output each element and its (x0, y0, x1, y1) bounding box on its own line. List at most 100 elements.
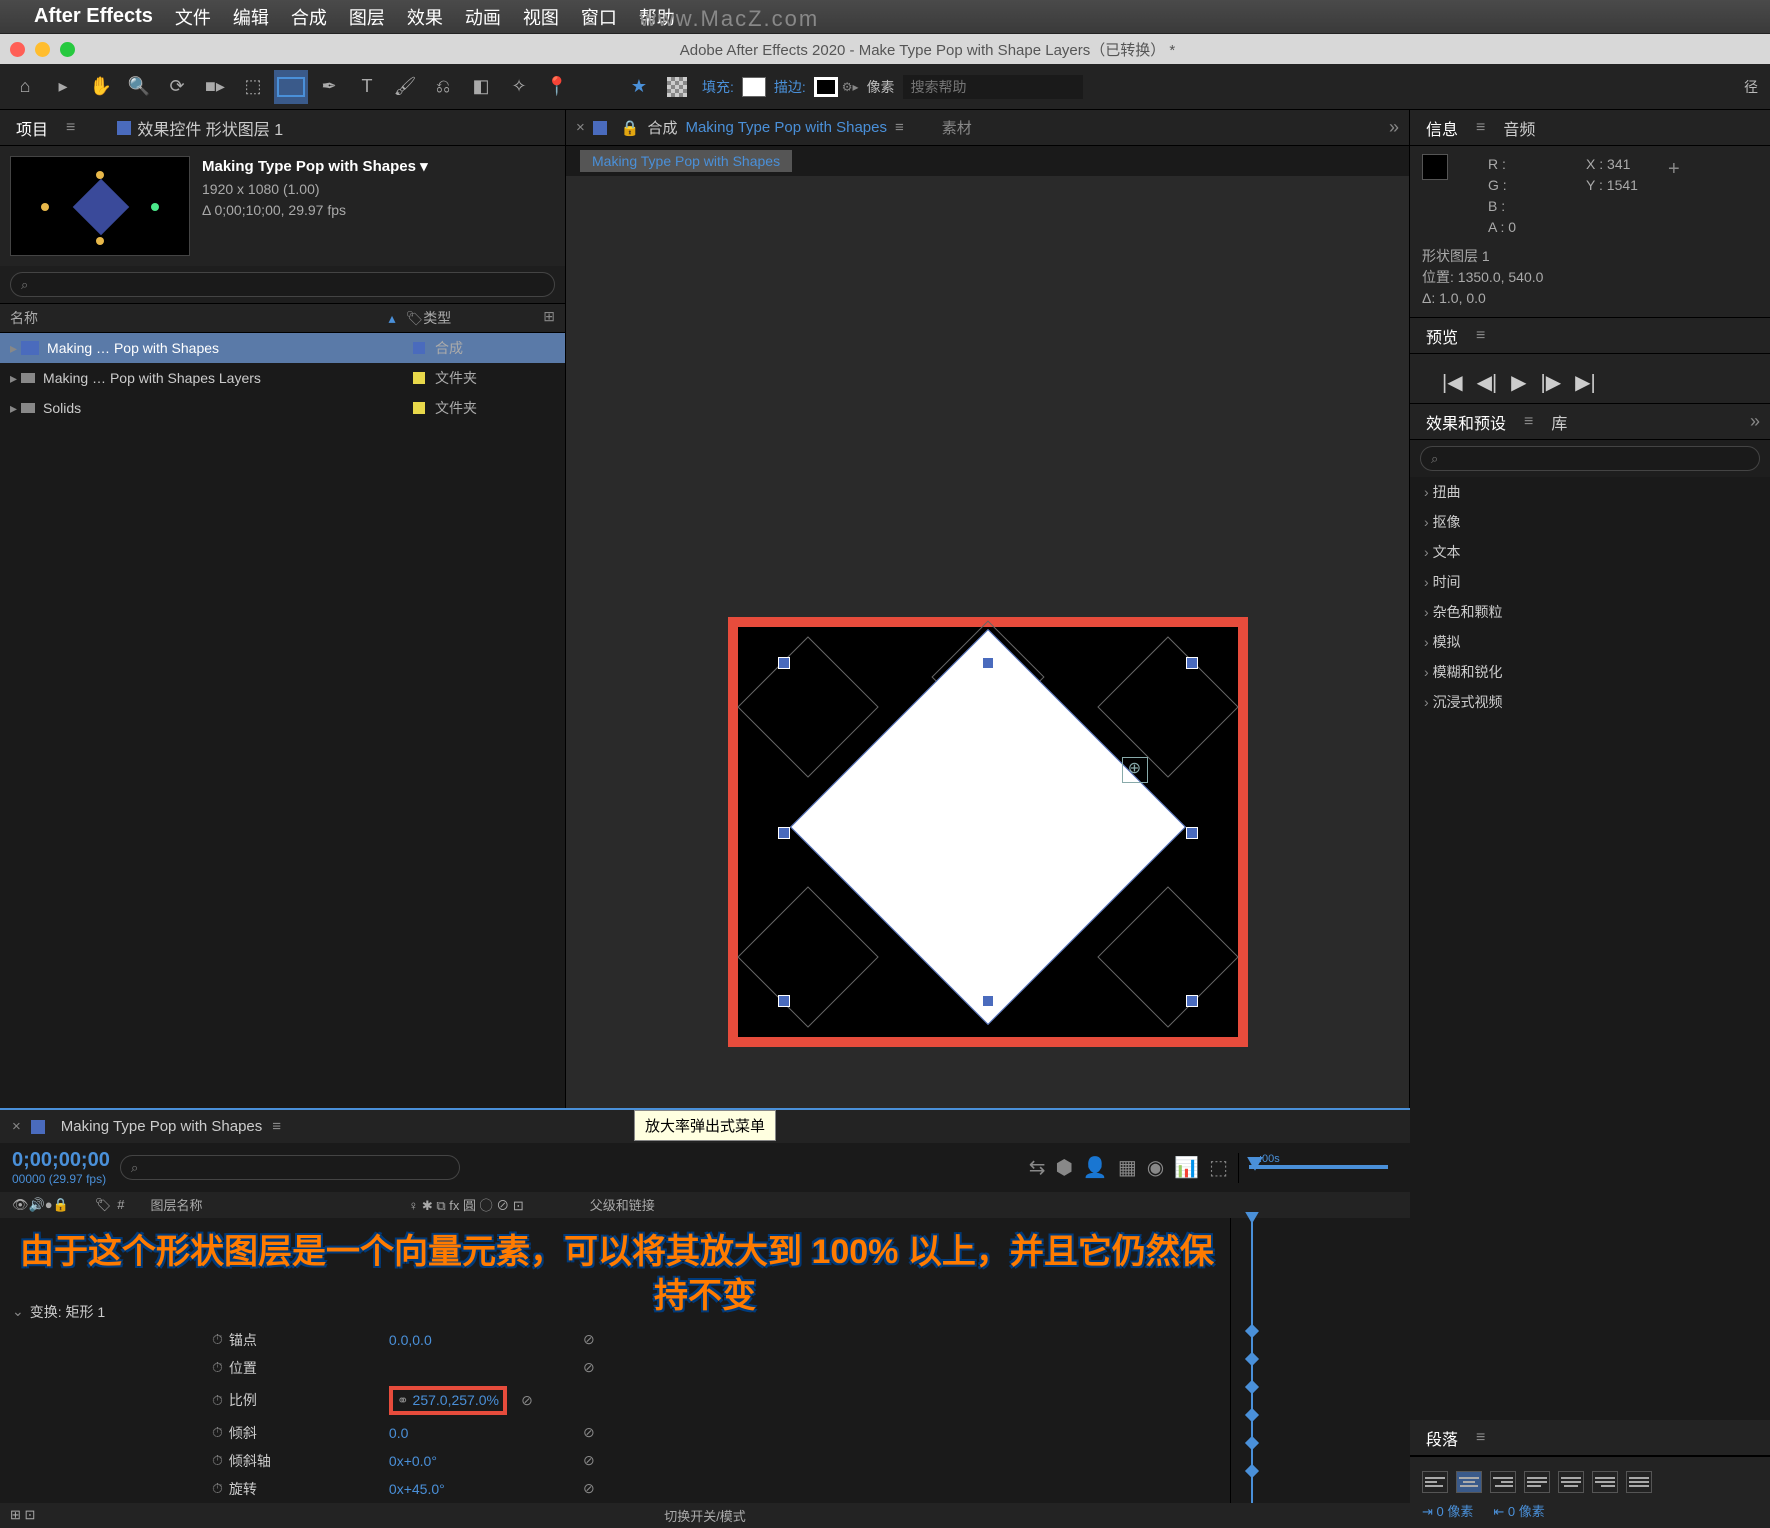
keyframe-icon[interactable] (1245, 1379, 1259, 1393)
align-right-icon[interactable] (1490, 1471, 1516, 1493)
pen-tool-icon[interactable]: ✒ (312, 70, 346, 104)
first-frame-icon[interactable]: |◀ (1442, 370, 1463, 395)
project-menu-icon[interactable]: ≡ (66, 119, 75, 137)
toggle-modes-button[interactable]: 切换开关/模式 (664, 1506, 746, 1525)
stroke-swatch[interactable] (814, 77, 838, 97)
close-timeline-icon[interactable]: × (12, 1118, 21, 1135)
prop-skew-axis[interactable]: ⏱倾斜轴0x+0.0°⊘ (0, 1447, 1410, 1475)
timeline-timecode[interactable]: 0;00;00;00 (12, 1149, 110, 1172)
type-tool-icon[interactable]: T (350, 70, 384, 104)
prev-frame-icon[interactable]: ◀| (1477, 370, 1498, 395)
col-label-icon[interactable]: 🏷 (95, 1197, 112, 1213)
timeline-comp-name[interactable]: Making Type Pop with Shapes (61, 1118, 263, 1135)
col-type-label[interactable]: 类型 (423, 308, 543, 328)
stroke-width-icon[interactable]: ⚙▸ (842, 80, 859, 94)
menu-animation[interactable]: 动画 (465, 4, 501, 30)
col-name-label[interactable]: 名称 (10, 308, 38, 328)
project-search-input[interactable] (10, 272, 555, 297)
library-tab[interactable]: 库 (1545, 406, 1573, 438)
link-icon[interactable]: ⊘ (569, 1452, 609, 1469)
menu-effect[interactable]: 效果 (407, 4, 443, 30)
selection-tool-icon[interactable]: ▸ (46, 70, 80, 104)
keyframe-icon[interactable] (1245, 1435, 1259, 1449)
home-icon[interactable]: ⌂ (8, 70, 42, 104)
link-icon[interactable]: ⊘ (569, 1359, 609, 1376)
menu-file[interactable]: 文件 (175, 4, 211, 30)
comp-tab-name[interactable]: Making Type Pop with Shapes (685, 119, 887, 136)
fill-swatch[interactable] (742, 77, 766, 97)
hand-tool-icon[interactable]: ✋ (84, 70, 118, 104)
indent-left-icon[interactable]: ⇥ 0 像素 (1422, 1501, 1473, 1520)
close-comp-icon[interactable]: × (576, 119, 585, 136)
project-tab[interactable]: 项目 (10, 112, 54, 144)
timeline-body[interactable]: 由于这个形状图层是一个向量元素，可以将其放大到 100% 以上，并且它仍然保 持… (0, 1218, 1410, 1503)
fill-label[interactable]: 填充: (702, 77, 734, 97)
minimize-window-icon[interactable] (35, 42, 50, 57)
chevron-right-icon[interactable]: » (1389, 117, 1399, 138)
effect-controls-tab[interactable]: 效果控件 形状图层 1 (137, 122, 283, 139)
checker-icon[interactable] (660, 70, 694, 104)
chevron-right-icon[interactable]: » (1750, 411, 1760, 432)
col-switches[interactable]: ♀ ✱ ⧉ fx 圓 ◯ ⊘ ⊡ (409, 1195, 524, 1214)
next-frame-icon[interactable]: |▶ (1541, 370, 1562, 395)
orbit-tool-icon[interactable]: ⟳ (160, 70, 194, 104)
effects-menu-icon[interactable]: ≡ (1524, 413, 1533, 431)
puppet-tool-icon[interactable]: 📍 (540, 70, 574, 104)
stroke-label[interactable]: 描边: (774, 77, 806, 97)
marker-icon[interactable]: ⬚ (1209, 1155, 1228, 1180)
effects-search-input[interactable] (1420, 446, 1760, 471)
effect-category[interactable]: 时间 (1410, 567, 1770, 597)
effect-category[interactable]: 扭曲 (1410, 477, 1770, 507)
play-icon[interactable]: ▶ (1511, 370, 1526, 395)
menu-view[interactable]: 视图 (523, 4, 559, 30)
effect-category[interactable]: 杂色和颗粒 (1410, 597, 1770, 627)
camera-tool-icon[interactable]: ■▸ (198, 70, 232, 104)
effects-tab[interactable]: 效果和预设 (1420, 406, 1512, 438)
link-icon[interactable]: ⊘ (569, 1331, 609, 1348)
stopwatch-icon[interactable]: ⏱ (212, 1424, 223, 1441)
canvas[interactable]: ⊕ (738, 627, 1238, 1037)
info-tab[interactable]: 信息 (1420, 112, 1464, 144)
paragraph-tab[interactable]: 段落 (1420, 1422, 1464, 1454)
roto-tool-icon[interactable]: ✧ (502, 70, 536, 104)
shy-icon[interactable]: 👤 (1083, 1155, 1108, 1180)
graph-editor-icon[interactable]: 📊 (1174, 1155, 1199, 1180)
chain-icon[interactable]: ⚭ (397, 1392, 409, 1408)
comp-name[interactable]: Making Type Pop with Shapes ▾ (202, 156, 428, 179)
prop-anchor[interactable]: ⏱锚点0.0,0.0⊘ (0, 1326, 1410, 1354)
col-number[interactable]: # (117, 1197, 124, 1212)
menu-composition[interactable]: 合成 (291, 4, 327, 30)
align-center-icon[interactable] (1456, 1471, 1482, 1493)
project-row-folder[interactable]: ▸ Making … Pop with Shapes Layers 文件夹 (0, 363, 565, 393)
prop-position[interactable]: ⏱位置⊘ (0, 1354, 1410, 1382)
toggle-switches-icon[interactable]: ⊞ ⊡ (10, 1507, 35, 1523)
sort-arrow-icon[interactable]: ▴ (388, 310, 395, 327)
eraser-tool-icon[interactable]: ◧ (464, 70, 498, 104)
keyframe-icon[interactable] (1245, 1351, 1259, 1365)
link-icon[interactable]: ⊘ (507, 1392, 547, 1409)
av-toggles-icon[interactable]: 👁🔊●🔒 (12, 1197, 69, 1213)
justify-left-icon[interactable] (1524, 1471, 1550, 1493)
link-icon[interactable]: ⊘ (569, 1480, 609, 1497)
effect-category[interactable]: 文本 (1410, 537, 1770, 567)
preview-tab[interactable]: 预览 (1420, 320, 1464, 352)
frame-blend-icon[interactable]: ▦ (1118, 1155, 1137, 1180)
flowchart-icon[interactable]: ⊞ (543, 308, 555, 328)
draft3d-icon[interactable]: ⬢ (1055, 1155, 1072, 1180)
rectangle-tool-icon[interactable] (274, 70, 308, 104)
project-row-folder[interactable]: ▸ Solids 文件夹 (0, 393, 565, 423)
audio-tab[interactable]: 音频 (1497, 112, 1541, 144)
keyframe-icon[interactable] (1245, 1463, 1259, 1477)
stopwatch-icon[interactable]: ⏱ (212, 1452, 223, 1469)
timeline-search-input[interactable] (120, 1155, 460, 1180)
label-column-icon[interactable]: 🏷 (405, 310, 423, 327)
prop-rotation[interactable]: ⏱旋转0x+45.0°⊘ (0, 1475, 1410, 1503)
col-parent[interactable]: 父级和链接 (590, 1195, 655, 1214)
timeline-menu-icon[interactable]: ≡ (272, 1118, 281, 1135)
justify-center-icon[interactable] (1558, 1471, 1584, 1493)
prop-scale[interactable]: ⏱比例⚭ 257.0,257.0%⊘ (0, 1382, 1410, 1419)
motion-blur-icon[interactable]: ◉ (1147, 1155, 1164, 1180)
stopwatch-icon[interactable]: ⏱ (212, 1480, 223, 1497)
info-menu-icon[interactable]: ≡ (1476, 119, 1485, 137)
justify-right-icon[interactable] (1592, 1471, 1618, 1493)
